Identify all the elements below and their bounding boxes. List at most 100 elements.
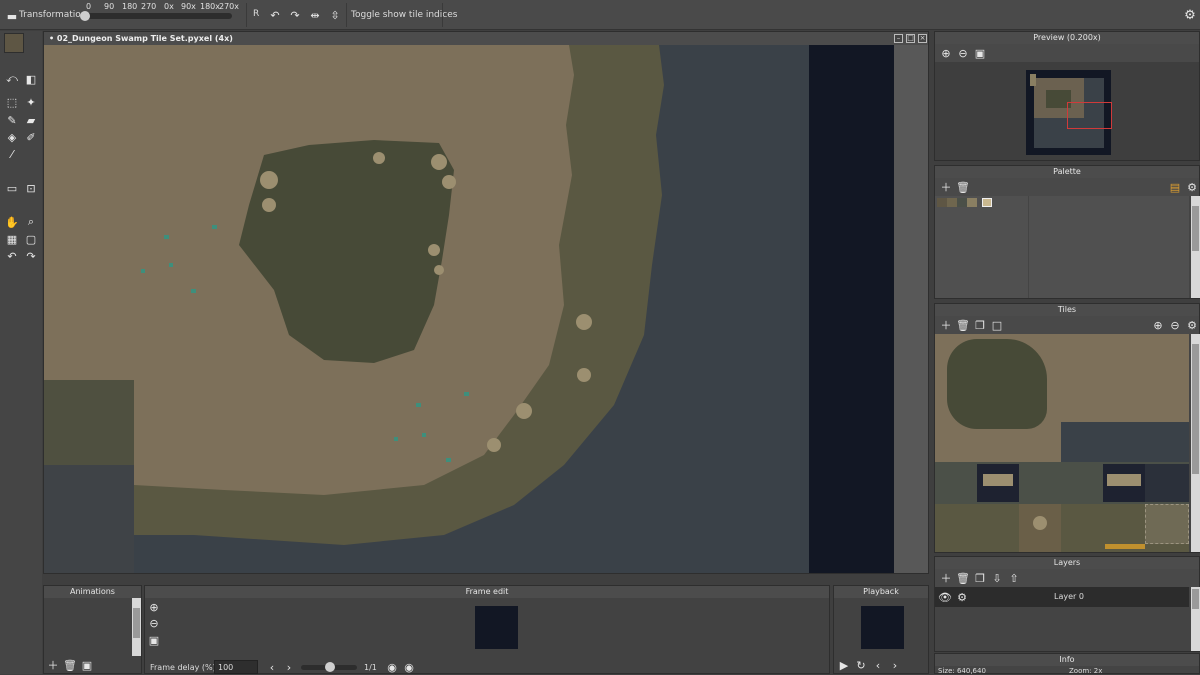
canvas-window: • 02_Dungeon Swamp Tile Set.pyxel (4x) –… [43,31,929,574]
play-icon[interactable]: ▶ [837,658,851,672]
prev-icon[interactable]: ‹ [871,658,885,672]
pencil-icon[interactable]: ✎ [5,113,19,127]
grid-icon[interactable]: ▦ [5,232,19,246]
tiles-title: Tiles [935,304,1199,316]
undo-icon[interactable]: ↶ [5,249,19,263]
frame-delay-input[interactable] [214,660,258,674]
zoom-icon[interactable]: ⌕ [24,215,38,229]
layer-visibility-eye-icon[interactable]: 👁 [938,590,952,604]
playback-panel: Playback ▶ ↻ ‹ › [833,585,929,674]
redo-icon[interactable]: ↷ [24,249,38,263]
layer-settings-icon[interactable]: ⚙ [955,590,969,604]
flip-vertical-icon[interactable]: ⇳ [328,8,342,22]
primary-color-swatch[interactable] [4,33,24,53]
eraser-icon[interactable]: ▰ [24,113,38,127]
delete-animation-icon[interactable]: 🗑 [63,658,77,672]
onion-skin-prev-icon[interactable]: ◉ [385,660,399,674]
rotate-right-icon[interactable]: ↷ [288,8,302,22]
add-animation-icon[interactable]: ＋ [46,658,60,672]
palette-grid[interactable] [935,196,1028,298]
swap-colors-icon[interactable]: ⤺ [5,72,19,86]
degree-0: 0 [86,2,92,11]
frame-thumbnail[interactable] [475,606,518,649]
dark-grass-tile [44,380,134,465]
copy-tile-icon[interactable]: ❐ [973,318,987,332]
rotation-slider[interactable] [82,13,232,19]
hand-icon[interactable]: ✋ [5,215,19,229]
palette-swatch-3[interactable] [967,198,977,207]
zoom-in-icon[interactable]: ⊕ [147,600,161,614]
delete-tile-icon[interactable]: 🗑 [956,318,970,332]
flip-horizontal-icon[interactable]: ⇹ [308,8,322,22]
frame-icon[interactable]: ▢ [24,232,38,246]
tileset-artwork [44,45,928,573]
delete-color-icon[interactable]: 🗑 [956,180,970,194]
edit-animation-icon[interactable]: ▣ [80,658,94,672]
playback-title: Playback [834,586,928,598]
transformation-icon[interactable]: ▬ [5,9,19,23]
preview-map [1026,70,1112,155]
merge-layer-icon[interactable]: ⇩ [990,571,1004,585]
layer-properties-icon[interactable]: ⇧ [1007,571,1021,585]
layer-row[interactable]: 👁 ⚙ Layer 0 [935,587,1189,607]
palette-settings-icon[interactable]: ⚙ [1185,180,1199,194]
rotate-reset-button[interactable]: R [253,9,259,19]
degree-0x: 0x [164,2,174,11]
minimize-button[interactable]: – [894,34,903,43]
fill-bucket-icon[interactable]: ◈ [5,130,19,144]
tiles-scrollbar[interactable] [1191,334,1200,552]
frame-edit-title: Frame edit [145,586,829,598]
magic-wand-icon[interactable]: ✦ [24,95,38,109]
delete-layer-icon[interactable]: 🗑 [956,571,970,585]
duplicate-layer-icon[interactable]: ❐ [973,571,987,585]
zoom-out-icon[interactable]: ⊖ [147,616,161,630]
layer-view-icon[interactable]: ▭ [5,181,19,195]
degree-180x: 180x [200,2,221,11]
fit-frame-icon[interactable]: ▣ [147,633,161,647]
tools-panel: ⤺ ◧ ⬚ ✦ ✎ ▰ ◈ ✐ ⁄ ▭ ⊡ ✋ ⌕ ▦ ▢ ↶ ↷ [0,31,42,674]
tiles-zoom-in-icon[interactable]: ⊕ [1151,318,1165,332]
prev-frame-icon[interactable]: ‹ [265,660,279,674]
tile-view-icon[interactable]: ⊡ [24,181,38,195]
settings-gear-icon[interactable]: ⚙ [1183,8,1197,22]
preview-zoom-out-icon[interactable]: ⊖ [956,46,970,60]
next-frame-icon[interactable]: › [282,660,296,674]
brush-icon[interactable]: ✐ [24,130,38,144]
animations-scrollbar[interactable] [132,598,141,656]
tiles-zoom-out-icon[interactable]: ⊖ [1168,318,1182,332]
void-area [809,45,894,573]
playback-preview [861,606,904,649]
onion-skin-next-icon[interactable]: ◉ [402,660,416,674]
preview-fit-icon[interactable]: ▣ [973,46,987,60]
frame-slider-knob[interactable] [325,662,335,672]
tiles-settings-icon[interactable]: ⚙ [1185,318,1199,332]
next-icon[interactable]: › [888,658,902,672]
tiles-grid[interactable] [935,334,1189,552]
palette-swatch-2[interactable] [957,198,967,207]
palette-swatch-1[interactable] [947,198,957,207]
clear-tile-icon[interactable]: □ [990,318,1004,332]
maximize-button[interactable]: □ [906,34,915,43]
select-icon[interactable]: ⬚ [5,95,19,109]
drawing-canvas[interactable] [44,45,928,573]
palette-colors-icon[interactable]: ▤ [1168,180,1182,194]
add-layer-icon[interactable]: ＋ [939,571,953,585]
loop-icon[interactable]: ↻ [854,658,868,672]
preview-viewport[interactable] [935,62,1199,160]
degree-90x: 90x [181,2,196,11]
canvas-title: • 02_Dungeon Swamp Tile Set.pyxel (4x) [44,32,928,45]
palette-swatch-4[interactable] [982,198,992,207]
preview-zoom-in-icon[interactable]: ⊕ [939,46,953,60]
color-picker-icon[interactable]: ⁄ [5,147,19,161]
close-button[interactable]: × [918,34,927,43]
preview-viewport-rect[interactable] [1067,102,1112,129]
layers-scrollbar[interactable] [1191,587,1200,651]
palette-swatch-0[interactable] [937,198,947,207]
rotate-left-icon[interactable]: ↶ [268,8,282,22]
add-tile-icon[interactable]: ＋ [939,318,953,332]
palette-scrollbar[interactable] [1191,196,1200,298]
reset-colors-icon[interactable]: ◧ [24,72,38,86]
animations-title: Animations [44,586,141,598]
rotation-slider-knob[interactable] [80,11,90,21]
add-color-icon[interactable]: ＋ [939,180,953,194]
